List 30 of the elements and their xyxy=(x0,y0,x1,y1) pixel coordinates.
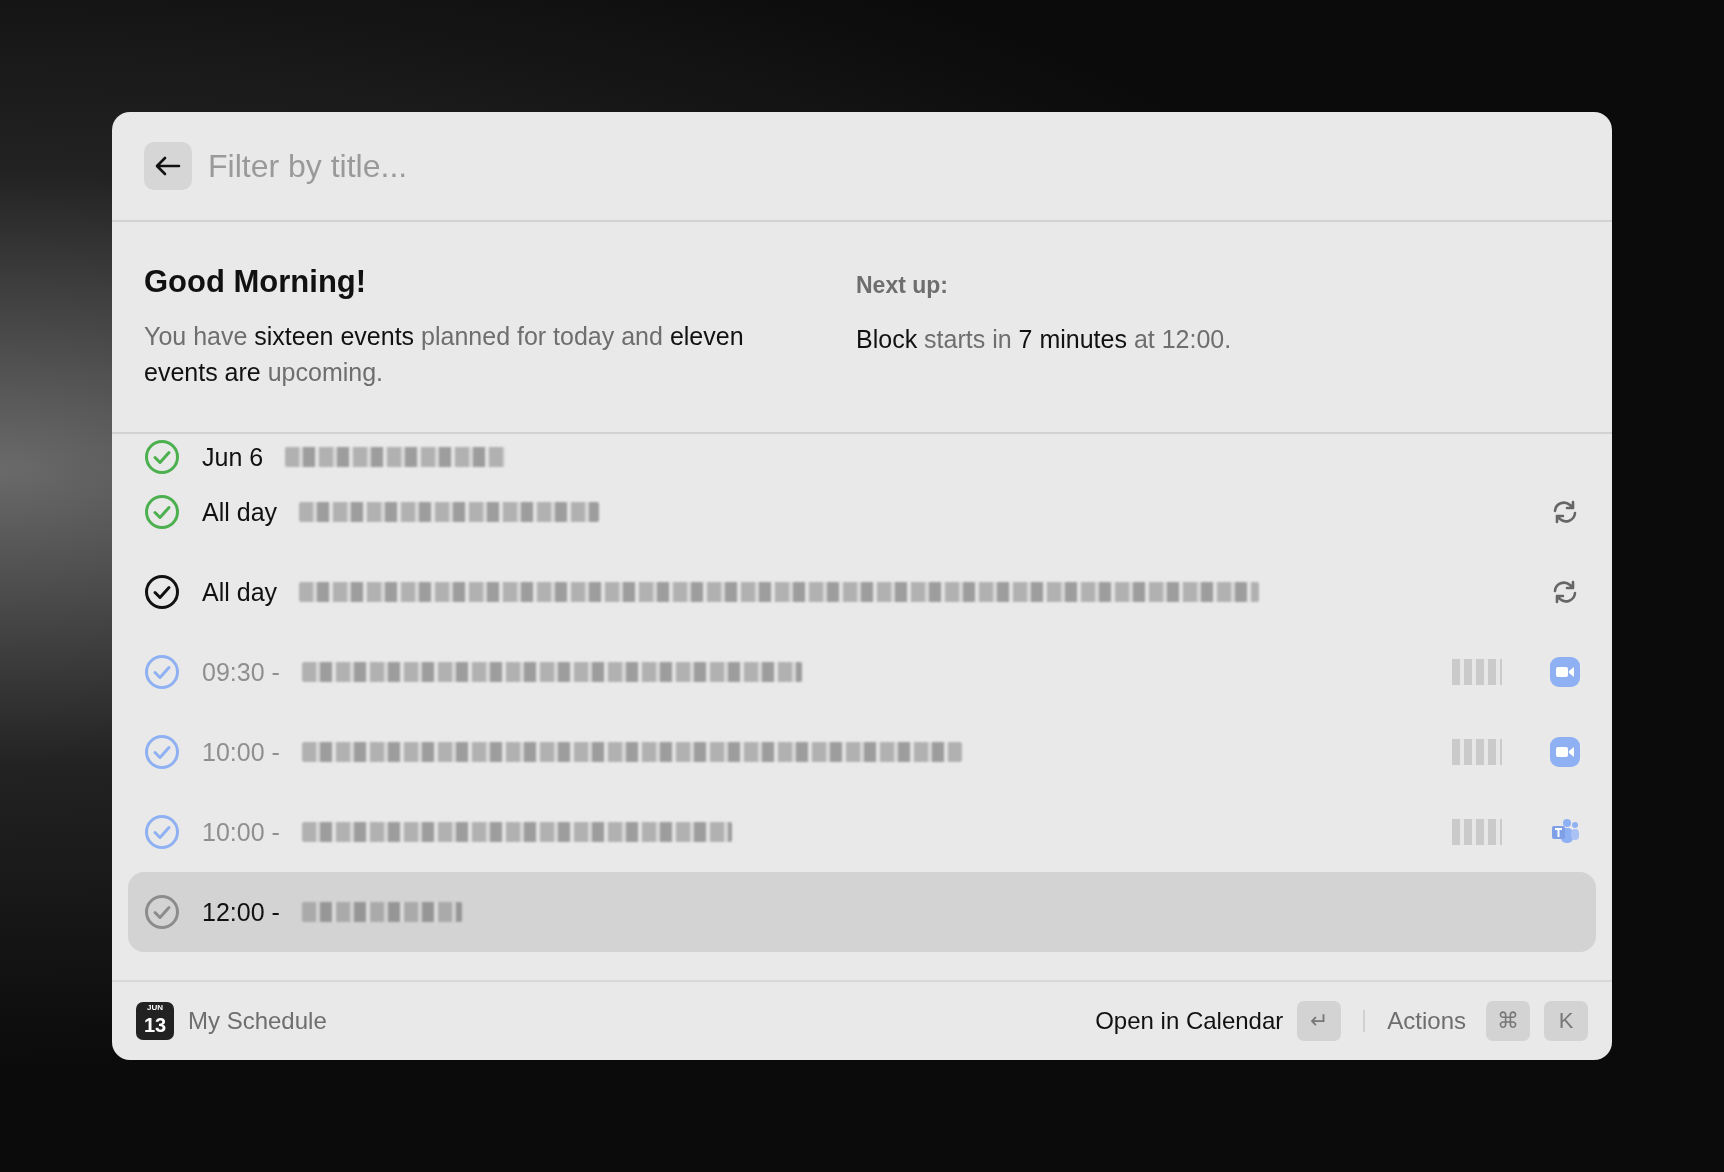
next-up-text: Block starts in 7 minutes at 12:00. xyxy=(856,324,1233,355)
event-time: 10:00 - xyxy=(202,817,280,847)
event-time: 12:00 - xyxy=(202,897,280,927)
actions-button[interactable]: Actions xyxy=(1387,1007,1472,1035)
event-time: 09:30 - xyxy=(202,657,280,687)
event-time: 10:00 - xyxy=(202,737,280,767)
event-time: Jun 6 xyxy=(202,442,264,472)
greeting-title: Good Morning! xyxy=(144,264,368,300)
search-field[interactable]: Filter by title... xyxy=(206,146,1580,186)
next-up-label: Next up: xyxy=(856,272,949,299)
event-row[interactable]: All day xyxy=(128,552,1596,632)
attendees-drawing xyxy=(1452,739,1502,765)
footer-title: My Schedule xyxy=(188,1007,327,1035)
event-time: All day xyxy=(202,497,278,527)
video-camera-icon xyxy=(1550,737,1580,767)
shortcut-key: ⌘ xyxy=(1486,1001,1530,1041)
event-row[interactable]: 12:00 - xyxy=(128,872,1596,952)
back-button[interactable] xyxy=(144,142,192,190)
event-row[interactable]: All day xyxy=(128,472,1596,552)
open-in-calendar-button[interactable]: Open in Calendar xyxy=(1095,1007,1284,1035)
attendees-drawing xyxy=(1452,659,1502,685)
event-time: All day xyxy=(202,577,278,607)
summary-text: You have sixteen events planned for today and eleven events are upcoming. xyxy=(144,321,745,388)
shortcut-key: K xyxy=(1544,1001,1588,1041)
back-arrow-icon xyxy=(155,156,181,176)
attendees-drawing xyxy=(1452,819,1502,845)
return-key: ↵ xyxy=(1297,1001,1342,1041)
event-row[interactable]: Jun 6 xyxy=(128,442,1596,472)
calendar-icon: JUN 13 xyxy=(136,1002,174,1040)
video-camera-icon xyxy=(1550,657,1580,687)
